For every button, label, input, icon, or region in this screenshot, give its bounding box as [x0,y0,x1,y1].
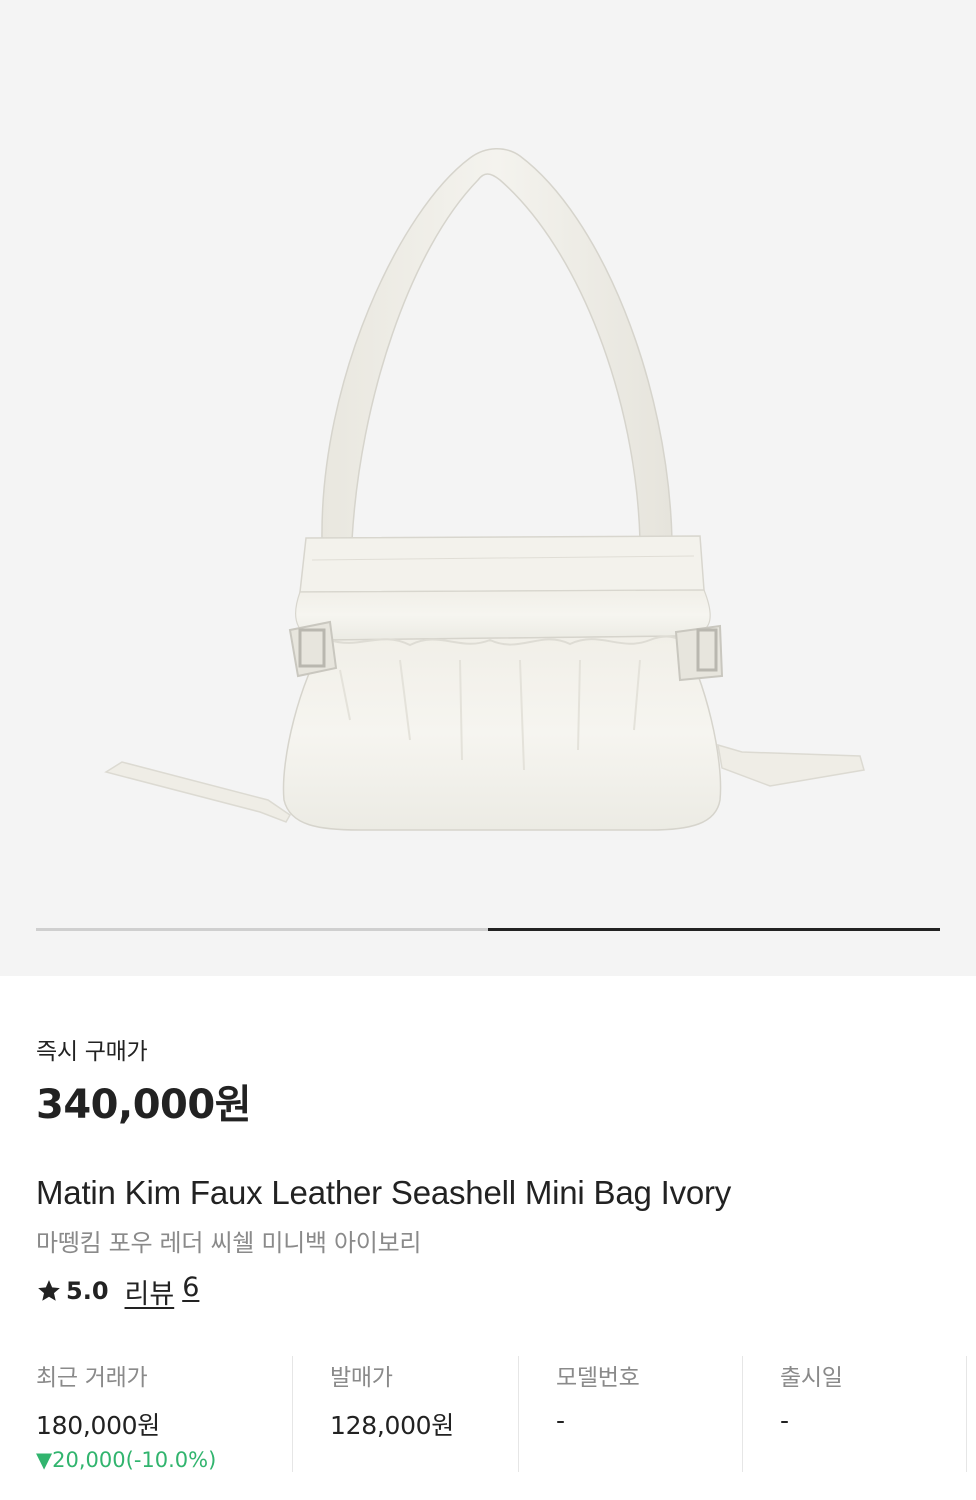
carousel-progress [36,928,940,931]
reviews-link[interactable]: 리뷰 6 [125,1272,200,1311]
release-date-info: 출시일 - [742,1356,966,1472]
buy-now-price: 340,000원 [36,1082,252,1128]
carousel-progress-active [488,928,940,931]
recent-trade-info: 최근 거래가 180,000원 ▼20,000(-10.0%) [36,1356,292,1472]
product-title-english: Matin Kim Faux Leather Seashell Mini Bag… [36,1174,732,1211]
reviews-label: 리뷰 [124,1278,175,1310]
model-number-value: - [556,1406,565,1435]
rating-summary: 5.0 리뷰 6 [36,1272,200,1311]
recent-trade-label: 최근 거래가 [36,1365,148,1391]
recent-trade-change: ▼20,000(-10.0%) [36,1448,217,1472]
release-date-label: 출시일 [780,1365,843,1391]
release-date-value: - [780,1406,789,1435]
rating-score: 5.0 [66,1277,109,1305]
star-icon [38,1280,60,1301]
release-price-label: 발매가 [330,1365,393,1391]
recent-trade-value: 180,000원 [36,1411,160,1440]
release-price-value: 128,000원 [330,1411,454,1440]
product-info-table: 최근 거래가 180,000원 ▼20,000(-10.0%) 발매가 128,… [36,1356,976,1476]
info-divider [966,1356,976,1472]
product-title-korean: 마뗑킴 포우 레더 씨쉘 미니백 아이보리 [36,1229,422,1257]
reviews-count: 6 [182,1271,200,1303]
buy-now-price-label: 즉시 구매가 [36,1039,148,1065]
model-number-label: 모델번호 [556,1365,640,1391]
product-image-carousel[interactable] [0,0,976,976]
release-price-info: 발매가 128,000원 [292,1356,518,1472]
product-image [104,148,865,831]
model-number-info: 모델번호 - [518,1356,742,1472]
